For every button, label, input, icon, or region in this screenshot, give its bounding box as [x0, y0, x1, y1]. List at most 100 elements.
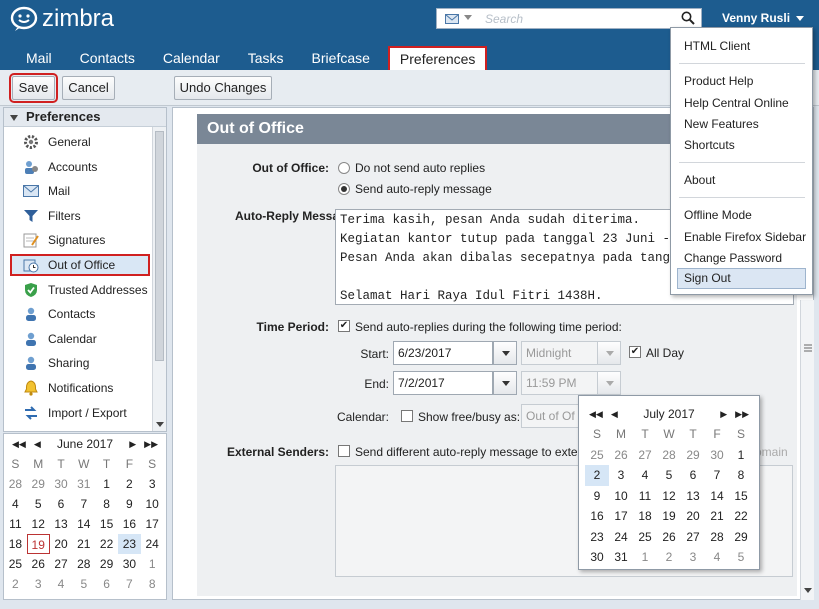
mini-calendar-day[interactable]: 2	[4, 574, 27, 594]
tab-calendar[interactable]: Calendar	[149, 46, 234, 70]
date-picker-day[interactable]: 24	[609, 527, 633, 548]
date-picker-day[interactable]: 16	[585, 506, 609, 527]
start-time-dropdown[interactable]	[597, 341, 621, 365]
menu-item-html-client[interactable]: HTML Client	[684, 39, 750, 53]
date-picker-day[interactable]: 6	[681, 465, 705, 486]
sidebar-item-calendar[interactable]: Calendar	[10, 328, 150, 350]
collapse-icon[interactable]	[10, 114, 18, 121]
sidebar-header[interactable]: Preferences	[4, 108, 166, 127]
date-picker-day[interactable]: 31	[609, 547, 633, 568]
end-date-picker-button[interactable]	[493, 371, 517, 395]
tab-tasks[interactable]: Tasks	[234, 46, 298, 70]
date-picker-day[interactable]: 25	[585, 445, 609, 466]
send-auto-reply-label[interactable]: Send auto-reply message	[355, 182, 492, 196]
mini-calendar-day[interactable]: 8	[95, 494, 118, 514]
date-picker-day[interactable]: 14	[705, 486, 729, 507]
mini-calendar-day[interactable]: 3	[141, 474, 164, 494]
mini-calendar-day[interactable]: 30	[118, 554, 141, 574]
prev-month-icon[interactable]: ◀	[611, 409, 618, 420]
no-auto-reply-label[interactable]: Do not send auto replies	[355, 161, 485, 175]
prev-year-icon[interactable]: ◀◀	[12, 439, 26, 450]
scrollbar-thumb[interactable]	[155, 131, 164, 361]
mini-calendar-day[interactable]: 2	[118, 474, 141, 494]
mini-calendar-day[interactable]: 3	[27, 574, 50, 594]
mini-calendar-day[interactable]: 10	[141, 494, 164, 514]
date-picker-day[interactable]: 21	[705, 506, 729, 527]
mini-calendar-day[interactable]: 25	[4, 554, 27, 574]
all-day-label[interactable]: All Day	[646, 346, 684, 360]
envelope-icon[interactable]	[445, 13, 459, 27]
mini-calendar-day[interactable]: 12	[27, 514, 50, 534]
mini-calendar-day[interactable]: 5	[27, 494, 50, 514]
date-picker-day[interactable]: 23	[585, 527, 609, 548]
sidebar-item-mail[interactable]: Mail	[10, 180, 150, 202]
search-box[interactable]: Search	[436, 8, 702, 29]
end-time-dropdown[interactable]	[597, 371, 621, 395]
date-picker-day[interactable]: 9	[585, 486, 609, 507]
mini-calendar-day[interactable]: 27	[50, 554, 73, 574]
mini-calendar-day[interactable]: 19	[26, 534, 50, 554]
date-picker-day[interactable]: 27	[681, 527, 705, 548]
next-year-icon[interactable]: ▶▶	[735, 409, 749, 420]
date-picker-day[interactable]: 30	[585, 547, 609, 568]
external-senders-checkbox[interactable]	[338, 445, 350, 457]
mini-calendar-day[interactable]: 6	[50, 494, 73, 514]
mini-calendar-day[interactable]: 29	[27, 474, 50, 494]
mini-calendar-day[interactable]: 9	[118, 494, 141, 514]
search-type-dropdown-icon[interactable]	[464, 15, 472, 20]
date-picker-day[interactable]: 20	[681, 506, 705, 527]
date-picker-day[interactable]: 18	[633, 506, 657, 527]
date-picker-day[interactable]: 2	[657, 547, 681, 568]
mini-calendar-day[interactable]: 1	[95, 474, 118, 494]
date-picker-day[interactable]: 11	[633, 486, 657, 507]
mini-calendar-day[interactable]: 4	[50, 574, 73, 594]
date-picker-day[interactable]: 30	[705, 445, 729, 466]
mini-calendar-day[interactable]: 6	[95, 574, 118, 594]
mini-calendar-day[interactable]: 28	[4, 474, 27, 494]
start-time-input[interactable]: Midnight	[521, 341, 601, 365]
tab-mail[interactable]: Mail	[0, 46, 66, 70]
date-picker-day[interactable]: 28	[657, 445, 681, 466]
date-picker-day[interactable]: 28	[705, 527, 729, 548]
sidebar-item-sharing[interactable]: Sharing	[10, 352, 150, 374]
external-senders-check-label[interactable]: Send different auto-reply message to ext…	[355, 445, 582, 459]
date-picker-day[interactable]: 13	[681, 486, 705, 507]
date-picker-day[interactable]: 29	[729, 527, 753, 548]
date-picker-day[interactable]: 3	[609, 465, 633, 486]
date-picker-day[interactable]: 22	[729, 506, 753, 527]
mini-calendar-day[interactable]: 7	[72, 494, 95, 514]
date-picker-day[interactable]: 29	[681, 445, 705, 466]
date-picker-day[interactable]: 12	[657, 486, 681, 507]
mini-calendar-day[interactable]: 16	[118, 514, 141, 534]
zimbra-logo[interactable]: zimbra	[10, 5, 114, 33]
date-picker-day[interactable]: 4	[705, 547, 729, 568]
date-picker-day[interactable]: 15	[729, 486, 753, 507]
grip-icon[interactable]	[804, 344, 812, 352]
date-picker-day[interactable]: 19	[657, 506, 681, 527]
main-scrollbar[interactable]	[800, 300, 814, 600]
tab-briefcase[interactable]: Briefcase	[298, 46, 384, 70]
mini-calendar-day[interactable]: 31	[72, 474, 95, 494]
date-picker-day[interactable]: 5	[657, 465, 681, 486]
mini-calendar-day[interactable]: 8	[141, 574, 164, 594]
user-menu-button[interactable]: Venny Rusli	[722, 11, 805, 25]
sidebar-item-import-export[interactable]: Import / Export	[10, 402, 150, 424]
next-month-icon[interactable]: ▶	[129, 439, 136, 450]
menu-item-change-password[interactable]: Change Password	[684, 251, 782, 265]
date-picker-day[interactable]: 2	[585, 465, 609, 486]
mini-calendar-day[interactable]: 20	[50, 534, 73, 554]
start-date-picker-button[interactable]	[493, 341, 517, 365]
menu-item-offline-mode[interactable]: Offline Mode	[684, 208, 752, 222]
menu-item-about[interactable]: About	[684, 173, 715, 187]
end-time-input[interactable]: 11:59 PM	[521, 371, 601, 395]
date-picker-day[interactable]: 1	[633, 547, 657, 568]
mini-calendar-day[interactable]: 17	[141, 514, 164, 534]
mini-calendar-day[interactable]: 18	[4, 534, 27, 554]
search-icon[interactable]	[681, 11, 695, 28]
free-busy-label[interactable]: Show free/busy as:	[418, 410, 520, 424]
cancel-button[interactable]: Cancel	[62, 76, 115, 100]
mini-calendar-day[interactable]: 21	[72, 534, 95, 554]
sidebar-item-out-of-office[interactable]: Out of Office	[10, 254, 150, 276]
mini-calendar-day[interactable]: 13	[50, 514, 73, 534]
menu-item-product-help[interactable]: Product Help	[684, 74, 753, 88]
